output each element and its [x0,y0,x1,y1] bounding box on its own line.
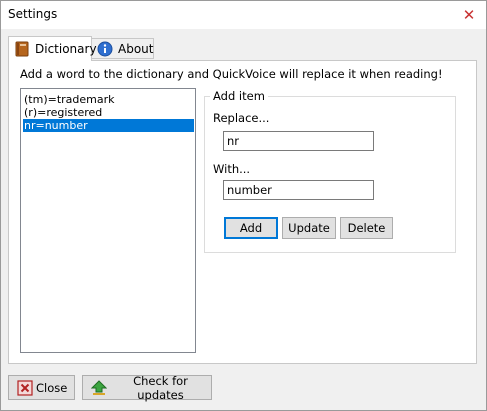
close-button[interactable]: Close [8,375,75,400]
tab-dictionary-label: Dictionary [35,42,97,56]
close-button-label: Close [36,380,68,395]
delete-button[interactable]: Delete [340,217,393,239]
list-item-selected[interactable]: nr=number [23,119,194,132]
list-item[interactable]: (tm)=trademark [23,93,194,106]
replace-input[interactable] [223,131,374,151]
dictionary-list[interactable]: (tm)=trademark (r)=registered nr=number [20,88,196,353]
update-button[interactable]: Update [282,217,336,239]
window-title: Settings [8,7,58,21]
instructions-text: Add a word to the dictionary and QuickVo… [20,67,443,81]
update-arrow-icon [91,379,107,395]
tab-dictionary[interactable]: Dictionary [8,36,97,61]
with-label: With... [213,162,251,176]
add-item-legend: Add item [210,89,268,103]
add-button[interactable]: Add [224,217,278,239]
replace-label: Replace... [213,111,270,125]
with-input[interactable] [223,180,374,200]
close-icon [17,379,33,396]
info-icon [97,41,113,56]
list-item[interactable]: (r)=registered [23,106,194,119]
check-for-updates-button[interactable]: Check for updates [82,373,212,402]
check-for-updates-label: Check for updates [133,373,188,402]
tab-about[interactable]: About [91,38,154,59]
book-icon [15,41,29,57]
title-bar: Settings ✕ [1,1,486,29]
tab-about-label: About [118,41,154,56]
window-close-icon[interactable]: ✕ [457,4,481,26]
